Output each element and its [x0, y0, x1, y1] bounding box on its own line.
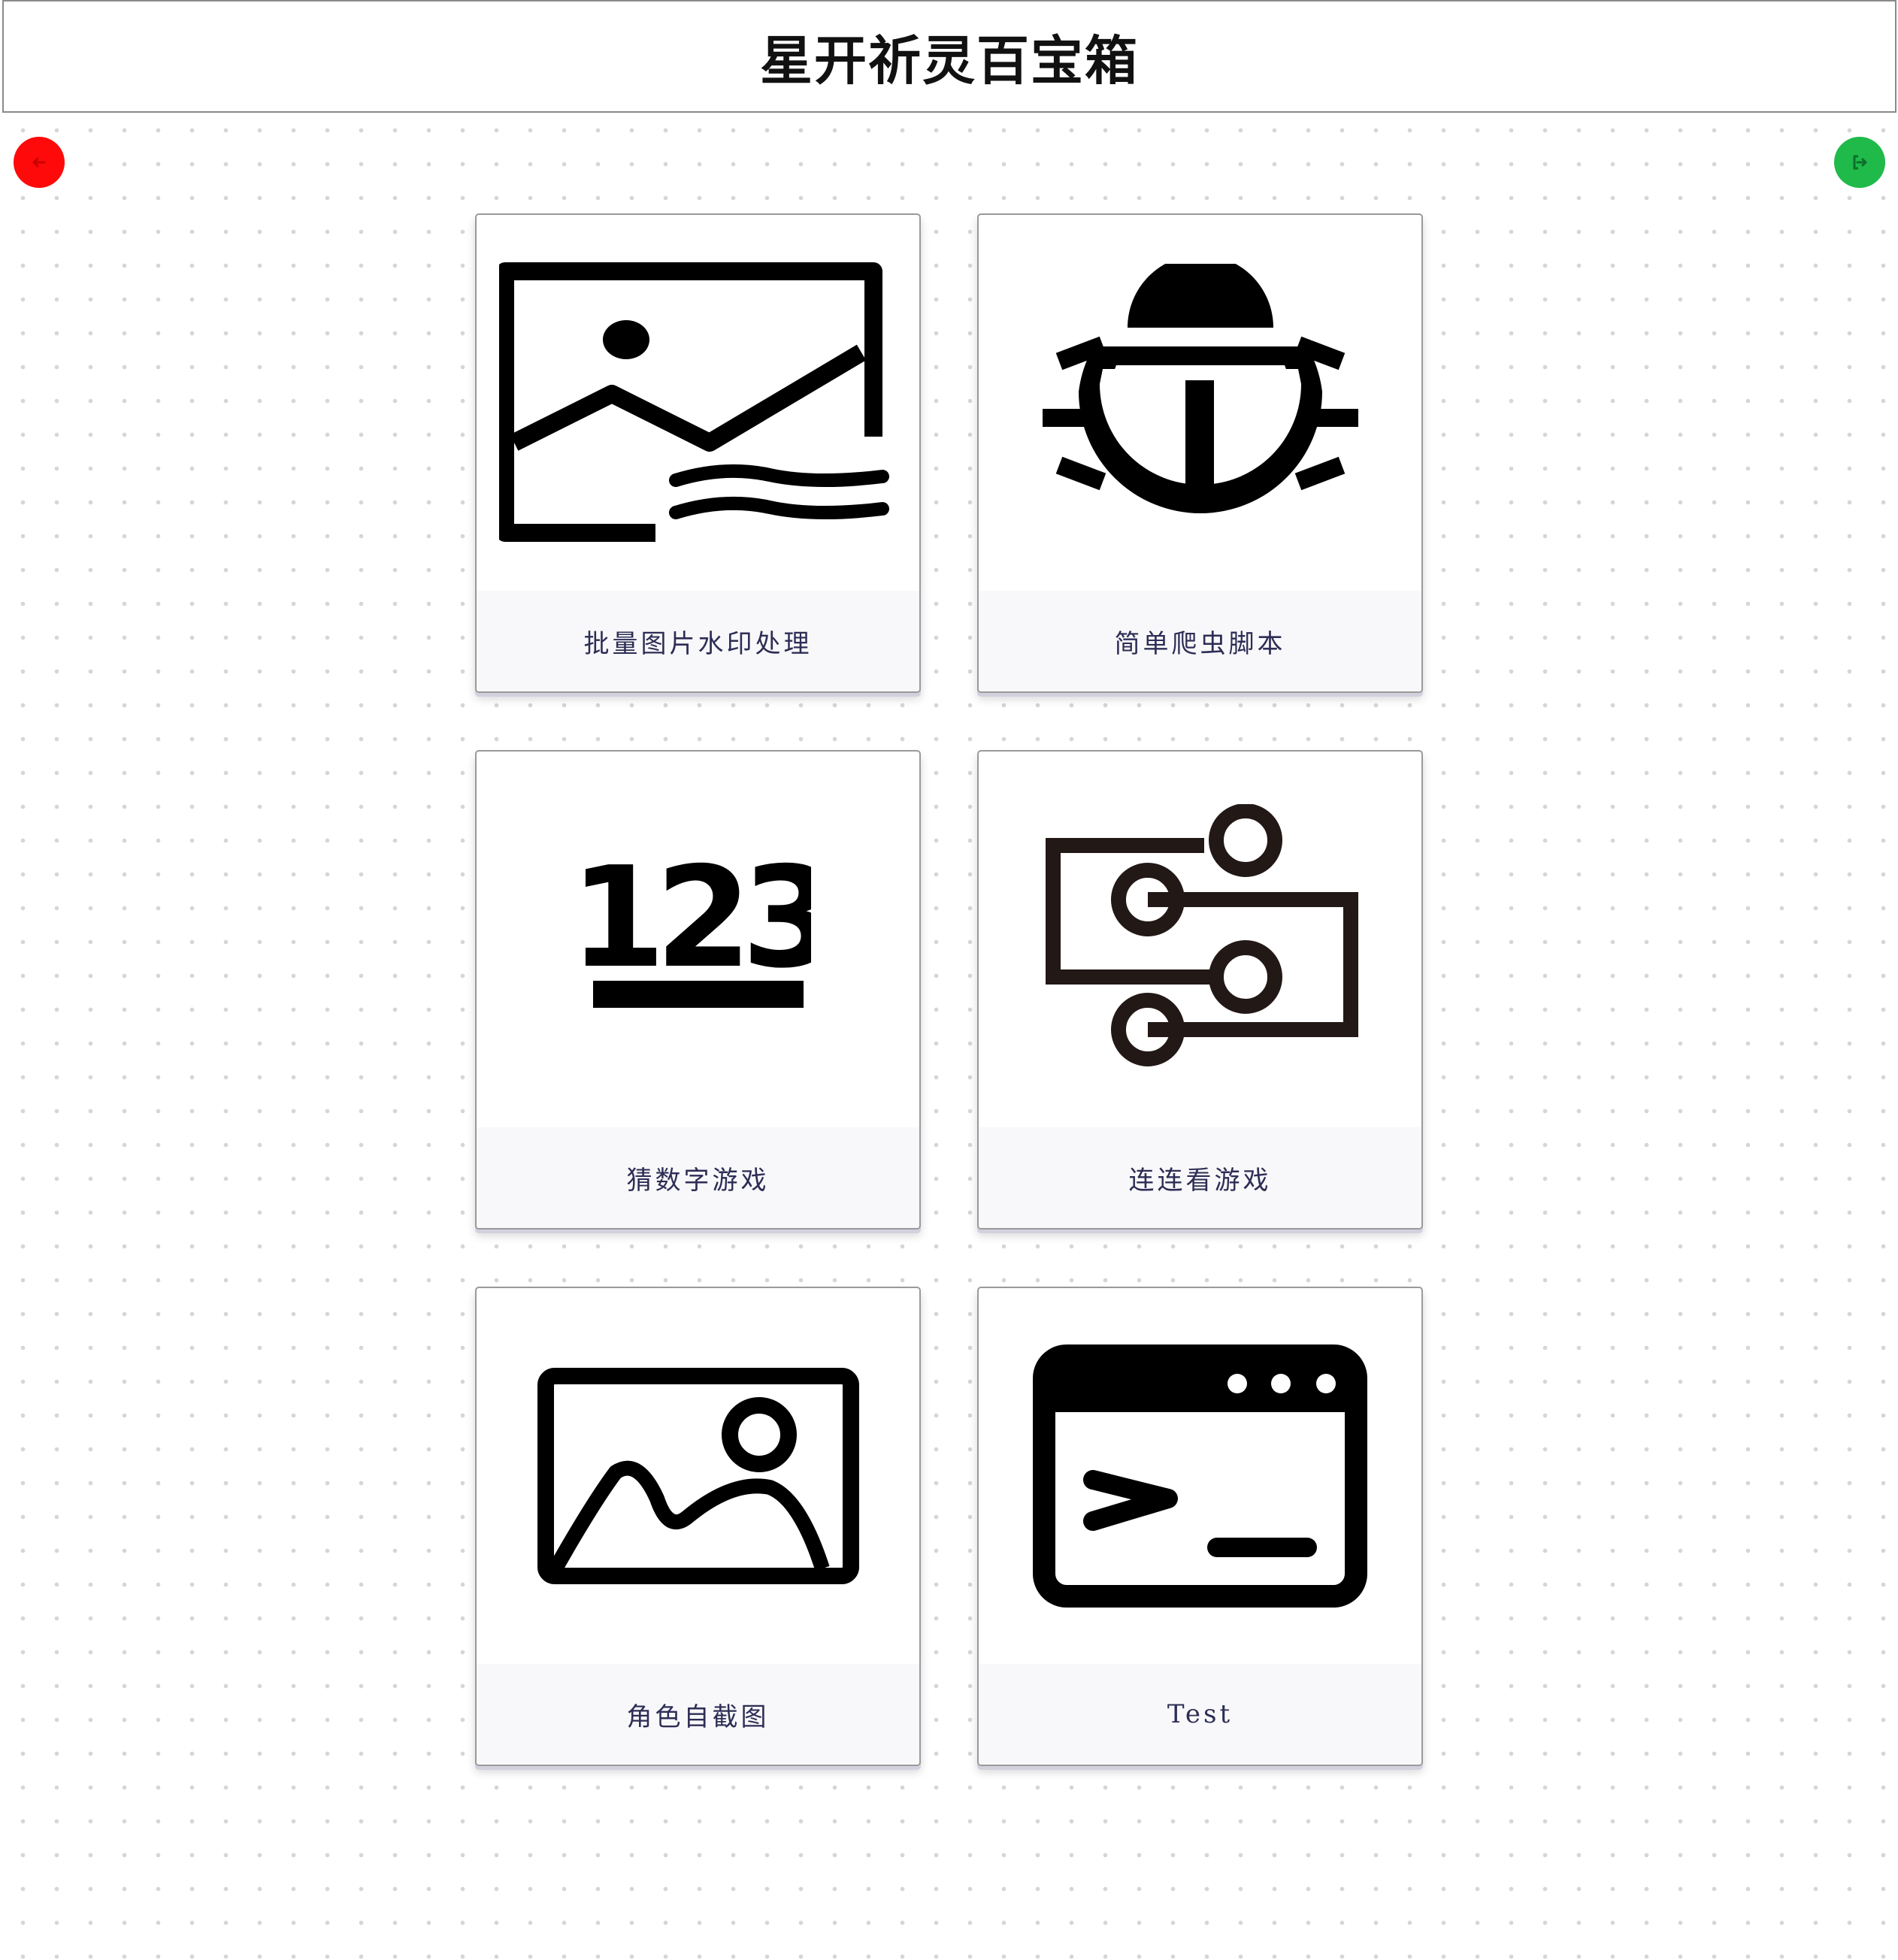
card-label: 角色自截图: [626, 1701, 770, 1732]
card-footer: 角色自截图: [477, 1664, 919, 1765]
card-footer: 连连看游戏: [979, 1127, 1421, 1228]
card-label: 简单爬虫脚本: [1114, 628, 1286, 659]
svg-text:123: 123: [586, 853, 811, 999]
page-title: 星开祈灵百宝箱: [760, 29, 1139, 92]
tool-card-test[interactable]: Test: [977, 1287, 1423, 1766]
tool-card-image-watermark[interactable]: 批量图片水印处理: [475, 213, 921, 693]
card-image: [979, 752, 1421, 1127]
card-image: [477, 215, 919, 591]
tool-card-guess-number[interactable]: 123 猜数字游戏: [475, 750, 921, 1230]
card-image: [979, 215, 1421, 591]
card-image: [979, 1288, 1421, 1664]
picture-icon: [537, 1368, 859, 1584]
arrow-icon: [32, 157, 46, 168]
card-image: [477, 1288, 919, 1664]
image-watermark-icon: [498, 262, 889, 542]
card-image: 123: [477, 752, 919, 1127]
tool-card-link-game[interactable]: 连连看游戏: [977, 750, 1423, 1230]
bug-icon: [1042, 264, 1358, 513]
tool-grid: 批量图片水印处理 简单爬虫脚本 23 猜数字游戏 连连看游戏 角色自截图 Tes…: [475, 213, 1423, 1766]
linked-nodes-icon: [1045, 804, 1358, 1066]
card-footer: 猜数字游戏: [477, 1127, 919, 1228]
terminal-icon: [1033, 1344, 1367, 1608]
card-label: 猜数字游戏: [626, 1165, 770, 1196]
sign-out-icon: [1853, 155, 1867, 170]
numbers-123-icon: 123: [586, 853, 811, 1008]
tool-card-screenshot[interactable]: 角色自截图: [475, 1287, 921, 1766]
card-label: 连连看游戏: [1128, 1165, 1272, 1196]
header: 星开祈灵百宝箱: [2, 0, 1896, 113]
card-label: Test: [1167, 1699, 1234, 1729]
back-button[interactable]: [14, 137, 65, 188]
tool-card-crawler[interactable]: 简单爬虫脚本: [977, 213, 1423, 693]
logout-button[interactable]: [1834, 137, 1885, 188]
card-footer: 简单爬虫脚本: [979, 591, 1421, 691]
card-label: 批量图片水印处理: [583, 628, 813, 659]
card-footer: 批量图片水印处理: [477, 591, 919, 691]
card-footer: Test: [979, 1664, 1421, 1765]
